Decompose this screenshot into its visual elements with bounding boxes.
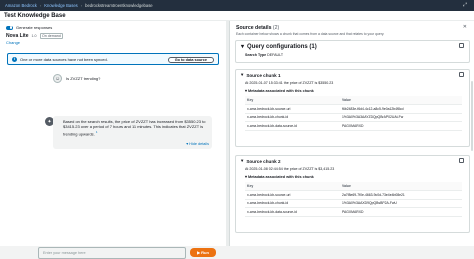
reply-text: Based on the search results, the price o…: [63, 119, 206, 137]
close-icon[interactable]: ✕: [463, 24, 467, 30]
metadata-key: x-amz-bedrock-kb-chunk-id: [245, 113, 340, 122]
query-config-card: ▾ Query configurations (1) Search Type D…: [235, 40, 470, 63]
message-input[interactable]: Enter your message here: [38, 247, 186, 259]
metadata-value: f6b2483e-f6d4-4c12-a8c5-9e0a12b4f8cd: [340, 104, 462, 114]
expand-icon[interactable]: ⤢: [463, 3, 468, 8]
metadata-key: x-amz-bedrock-kb-source-uri: [245, 104, 340, 114]
sync-alert: i One or more data sources have not been…: [7, 53, 219, 65]
chevron-right-icon: ›: [80, 3, 83, 8]
copy-icon[interactable]: [459, 43, 464, 48]
metadata-value: PAGXMARXD: [340, 121, 462, 131]
source-count: 2: [274, 25, 278, 31]
query-config-title: Query configurations (1): [247, 43, 317, 50]
search-type-value: DEFAULT: [267, 53, 284, 57]
assistant-reply: Based on the search results, the price o…: [53, 116, 212, 149]
citation-marker[interactable]: 1: [96, 130, 98, 134]
user-message: ☺ Is ZVZZT trending?: [53, 74, 100, 83]
breadcrumb-bedrock[interactable]: Amazon Bedrock: [5, 3, 37, 8]
metadata-header-label: Metadata associated with this chunk: [247, 89, 314, 93]
column-header-key: Key: [245, 182, 340, 191]
source-chunk-header[interactable]: ▾ Source chunk 1: [236, 70, 469, 80]
user-message-text: Is ZVZZT trending?: [66, 76, 101, 81]
metadata-key: x-amz-bedrock-kb-source-uri: [245, 190, 340, 200]
column-header-value: Value: [340, 96, 462, 105]
generate-responses-label: Generate responses: [16, 25, 53, 30]
breadcrumb-knowledge-bases[interactable]: Knowledge Bases: [44, 3, 78, 8]
metadata-table: Key Value x-amz-bedrock-kb-source-uri f6…: [245, 96, 462, 131]
metadata-key: x-amz-bedrock-kb-data-source-id: [245, 121, 340, 131]
alert-text: One or more data sources have not been s…: [20, 56, 108, 62]
metadata-header[interactable]: ▾ Metadata associated with this chunk: [236, 86, 469, 95]
source-details-subtitle: Each container below shows a chunk that …: [236, 32, 385, 36]
top-nav-bar: Amazon Bedrock › Knowledge Bases › bedro…: [0, 0, 474, 11]
scrollbar[interactable]: [471, 81, 473, 151]
play-icon: ▶: [197, 250, 201, 255]
breadcrumb: Amazon Bedrock › Knowledge Bases › bedro…: [5, 3, 153, 8]
model-mode-badge: On demand: [39, 33, 64, 39]
table-row: x-amz-bedrock-kb-chunk-id 1%3A0%3A3AAYZD…: [245, 113, 462, 122]
change-model-link[interactable]: Change: [0, 39, 226, 46]
source-chunk-header[interactable]: ▾ Source chunk 2: [236, 156, 469, 166]
source-chunk-title: Source chunk 1: [246, 72, 281, 78]
breadcrumb-current: bedrockstreamtroentknowledgebase: [85, 3, 153, 8]
source-chunk-title: Source chunk 2: [246, 158, 281, 164]
run-label: Run: [201, 250, 209, 255]
source-chunk-card: ▾ Source chunk 2 At 2025-01-08 02:44:54 …: [235, 155, 470, 233]
run-button[interactable]: ▶ Run: [190, 248, 216, 257]
metadata-value: PAGXMARXD: [340, 207, 462, 217]
info-icon: i: [12, 56, 17, 62]
table-row: x-amz-bedrock-kb-data-source-id PAGXMARX…: [245, 207, 462, 217]
chat-panel: Generate responses Nova Lite 1.0 On dema…: [0, 21, 226, 259]
model-name: Nova Lite: [6, 33, 29, 39]
hide-details-link[interactable]: ▾ Hide details: [186, 142, 209, 147]
metadata-table: Key Value x-amz-bedrock-kb-source-uri 2a…: [245, 182, 462, 217]
metadata-key: x-amz-bedrock-kb-data-source-id: [245, 207, 340, 217]
metadata-header[interactable]: ▾ Metadata associated with this chunk: [236, 172, 469, 181]
hide-details-label: Hide details: [189, 141, 209, 146]
table-row: x-amz-bedrock-kb-data-source-id PAGXMARX…: [245, 121, 462, 131]
user-avatar-icon: ☺: [53, 74, 62, 83]
model-version: 1.0: [31, 34, 37, 38]
generate-responses-toggle[interactable]: [6, 25, 13, 30]
source-details-title: Source details: [236, 25, 272, 31]
query-config-header[interactable]: ▾ Query configurations (1): [236, 41, 469, 52]
metadata-value: 1%3A0%3A3AAYZDQpQBrAP02UAt-Fw: [340, 113, 462, 122]
copy-icon[interactable]: [459, 158, 464, 163]
table-row: x-amz-bedrock-kb-source-uri 2a7f8e69-7f0…: [245, 190, 462, 200]
caret-down-icon: ▾: [241, 72, 244, 77]
source-chunk-card: ▾ Source chunk 1 At 2025-01-07 15:33:41 …: [235, 69, 470, 147]
metadata-key: x-amz-bedrock-kb-chunk-id: [245, 199, 340, 208]
source-details-panel: Source details (2) Each container below …: [229, 21, 474, 246]
metadata-value: 1%3A0%3AAXD9QpQBsBP2A-FwU: [340, 199, 462, 208]
caret-down-icon: ▾: [241, 44, 245, 50]
table-row: x-amz-bedrock-kb-chunk-id 1%3A0%3AAXD9Qp…: [245, 199, 462, 208]
table-row: x-amz-bedrock-kb-source-uri f6b2483e-f6d…: [245, 104, 462, 114]
page-header: Test Knowledge Base: [0, 11, 474, 21]
column-header-key: Key: [245, 96, 340, 105]
go-to-data-source-button[interactable]: Go to data source: [167, 56, 214, 63]
caret-down-icon: ▾: [241, 158, 244, 163]
metadata-value: 2a7f8e69-7f0e-4663-9c0d-73e4e4b08e21: [340, 190, 462, 200]
search-type-label: Search Type: [245, 53, 267, 57]
page-title: Test Knowledge Base: [4, 12, 66, 19]
metadata-header-label: Metadata associated with this chunk: [247, 175, 314, 179]
column-header-value: Value: [340, 182, 462, 191]
copy-icon[interactable]: [459, 72, 464, 77]
chevron-right-icon: ›: [39, 3, 42, 8]
